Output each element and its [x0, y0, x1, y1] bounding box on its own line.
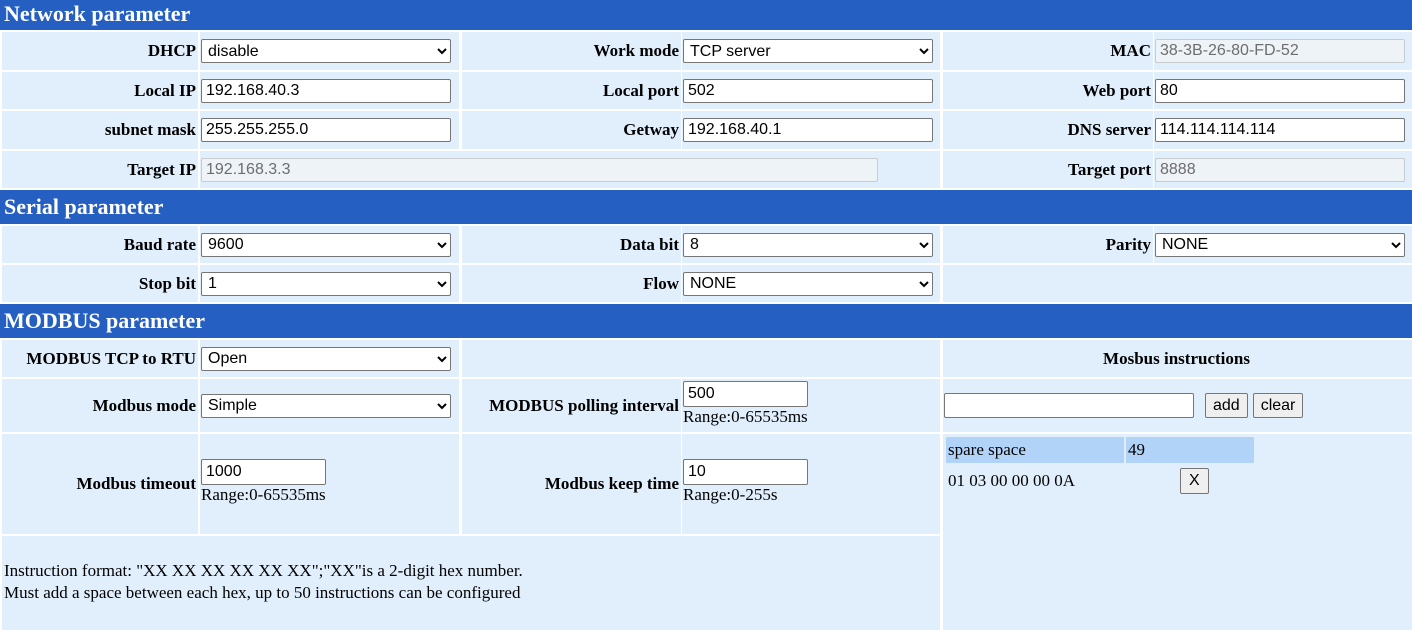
- remove-instruction-button[interactable]: X: [1180, 468, 1209, 494]
- local-ip-label: Local IP: [2, 72, 198, 109]
- polling-input[interactable]: [683, 381, 808, 407]
- baud-label: Baud rate: [2, 226, 198, 263]
- network-header: Network parameter: [0, 0, 1412, 30]
- data-bit-label: Data bit: [462, 226, 681, 263]
- instruction-list: spare space 49 01 03 00 00 00 0A X: [943, 434, 1412, 630]
- flow-label: Flow: [462, 265, 681, 302]
- target-ip-label: Target IP: [2, 151, 198, 188]
- mac-label: MAC: [943, 32, 1153, 70]
- stop-bit-select[interactable]: 1: [201, 271, 451, 296]
- dhcp-label: DHCP: [2, 32, 198, 70]
- flow-select[interactable]: NONE: [683, 271, 933, 296]
- tcp-rtu-label: MODBUS TCP to RTU: [2, 340, 198, 377]
- keep-label: Modbus keep time: [462, 434, 681, 534]
- baud-select[interactable]: 9600: [201, 232, 451, 257]
- instruction-input[interactable]: [944, 393, 1194, 418]
- add-button[interactable]: add: [1205, 393, 1248, 418]
- mode-label: Modbus mode: [2, 379, 198, 432]
- dns-label: DNS server: [943, 111, 1153, 149]
- note-line-2: Must add a space between each hex, up to…: [4, 583, 521, 602]
- mac-input: [1155, 39, 1405, 63]
- local-port-input[interactable]: [683, 78, 933, 103]
- note-line-1: Instruction format: "XX XX XX XX XX XX";…: [4, 561, 523, 580]
- instructions-title: Mosbus instructions: [943, 340, 1412, 377]
- gateway-label: Getway: [462, 111, 681, 149]
- mode-select[interactable]: Simple: [201, 393, 451, 418]
- timeout-input[interactable]: [201, 459, 326, 485]
- parity-select[interactable]: NONE: [1155, 232, 1405, 257]
- instruction-note: Instruction format: "XX XX XX XX XX XX";…: [2, 536, 940, 630]
- dhcp-select[interactable]: disable: [201, 39, 451, 63]
- modbus-header: MODBUS parameter: [0, 304, 1412, 338]
- work-mode-select[interactable]: TCP server: [683, 39, 933, 63]
- polling-label: MODBUS polling interval: [462, 379, 681, 432]
- target-ip-input: [201, 157, 878, 182]
- target-port-input: [1155, 157, 1405, 182]
- spare-space-label: spare space: [946, 437, 1124, 463]
- clear-button[interactable]: clear: [1252, 393, 1304, 418]
- data-bit-select[interactable]: 8: [683, 232, 933, 257]
- subnet-input[interactable]: [201, 118, 451, 142]
- spare-space-value: 49: [1126, 437, 1254, 463]
- web-port-label: Web port: [943, 72, 1153, 109]
- target-port-label: Target port: [943, 151, 1153, 188]
- timeout-range: Range:0-65535ms: [201, 485, 326, 504]
- empty-cell: [943, 265, 1412, 302]
- parity-label: Parity: [943, 226, 1153, 263]
- keep-range: Range:0-255s: [683, 485, 778, 504]
- stop-bit-label: Stop bit: [2, 265, 198, 302]
- tcp-rtu-select[interactable]: Open: [201, 346, 451, 371]
- timeout-label: Modbus timeout: [2, 434, 198, 534]
- keep-input[interactable]: [683, 459, 808, 485]
- empty-cell: [462, 340, 940, 377]
- local-port-label: Local port: [462, 72, 681, 109]
- polling-range: Range:0-65535ms: [683, 407, 808, 426]
- instruction-item: 01 03 00 00 00 0A X: [946, 463, 1409, 499]
- serial-header: Serial parameter: [0, 190, 1412, 224]
- web-port-input[interactable]: [1155, 78, 1405, 103]
- local-ip-input[interactable]: [201, 78, 451, 103]
- gateway-input[interactable]: [683, 118, 933, 142]
- instruction-cmd: 01 03 00 00 00 0A: [948, 471, 1076, 490]
- dns-input[interactable]: [1155, 118, 1405, 142]
- subnet-label: subnet mask: [2, 111, 198, 149]
- work-mode-label: Work mode: [462, 32, 681, 70]
